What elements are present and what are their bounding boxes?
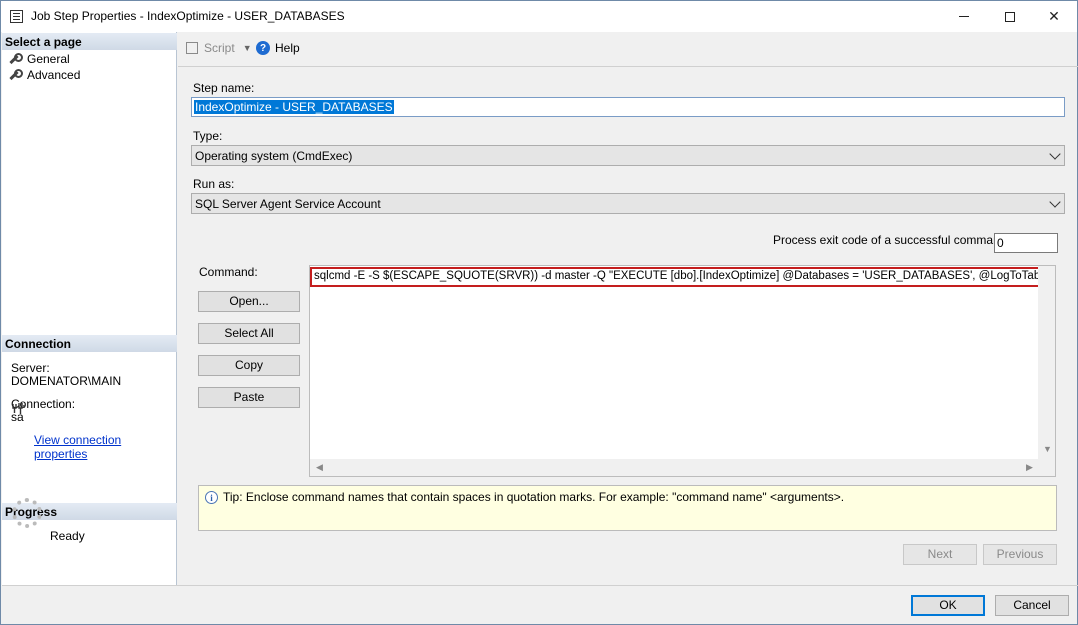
view-connection-properties-link[interactable]: View connection properties [34, 433, 176, 461]
command-text: sqlcmd -E -S $(ESCAPE_SQUOTE(SRVR)) -d m… [310, 267, 1040, 287]
scroll-left-icon[interactable]: ◀ [316, 462, 323, 473]
wrench-icon [8, 69, 23, 81]
scroll-corner [1038, 459, 1055, 476]
maximize-button[interactable] [987, 1, 1033, 32]
wrench-icon [8, 53, 23, 65]
tip-box: i Tip: Enclose command names that contai… [198, 485, 1057, 531]
open-button[interactable]: Open... [198, 291, 300, 312]
job-step-properties-window: Job Step Properties - IndexOptimize - US… [0, 0, 1078, 625]
maximize-icon [1005, 11, 1015, 22]
run-as-value: SQL Server Agent Service Account [195, 197, 381, 211]
window-title: Job Step Properties - IndexOptimize - US… [31, 9, 345, 23]
footer-divider [2, 585, 1078, 586]
page-general-label: General [27, 52, 70, 66]
title-bar: Job Step Properties - IndexOptimize - US… [1, 1, 1077, 32]
ok-button[interactable]: OK [911, 595, 985, 616]
connection-header: Connection [2, 335, 177, 352]
type-select[interactable]: Operating system (CmdExec) [191, 145, 1065, 166]
chevron-down-icon [1049, 196, 1061, 208]
horizontal-scrollbar[interactable]: ◀ ▶ [310, 459, 1040, 476]
exit-code-label: Process exit code of a successful comman… [773, 233, 1010, 247]
step-name-input[interactable]: IndexOptimize - USER_DATABASES [191, 97, 1065, 117]
scroll-right-icon[interactable]: ▶ [1026, 462, 1033, 473]
server-label: Server: [11, 361, 50, 375]
type-label: Type: [193, 129, 223, 143]
close-icon: ✕ [1048, 8, 1060, 24]
step-name-value: IndexOptimize - USER_DATABASES [194, 100, 394, 114]
tip-text: Tip: Enclose command names that contain … [223, 490, 845, 504]
scroll-down-icon[interactable]: ▼ [1043, 444, 1052, 454]
paste-button[interactable]: Paste [198, 387, 300, 408]
help-button[interactable]: ? Help [256, 41, 300, 55]
toolbar: Script ▼ ? Help [178, 32, 1077, 65]
type-value: Operating system (CmdExec) [195, 149, 353, 163]
info-icon: i [205, 491, 218, 504]
script-label: Script [204, 41, 235, 55]
minimize-icon [959, 16, 969, 17]
select-page-header: Select a page [2, 33, 177, 50]
script-icon [186, 42, 198, 54]
copy-button[interactable]: Copy [198, 355, 300, 376]
script-button[interactable]: Script ▼ [186, 41, 252, 55]
chevron-down-icon [1049, 148, 1061, 160]
connection-plug-icon [12, 403, 25, 414]
cancel-button[interactable]: Cancel [995, 595, 1069, 616]
page-advanced-label: Advanced [27, 68, 81, 82]
select-all-button[interactable]: Select All [198, 323, 300, 344]
close-button[interactable]: ✕ [1031, 1, 1077, 32]
run-as-select[interactable]: SQL Server Agent Service Account [191, 193, 1065, 214]
run-as-label: Run as: [193, 177, 235, 191]
exit-code-input[interactable]: 0 [994, 233, 1058, 253]
page-advanced[interactable]: Advanced [8, 67, 80, 83]
command-textarea[interactable]: sqlcmd -E -S $(ESCAPE_SQUOTE(SRVR)) -d m… [309, 265, 1056, 477]
help-label: Help [275, 41, 300, 55]
minimize-button[interactable] [941, 1, 987, 32]
vertical-scrollbar[interactable]: ▼ [1038, 266, 1055, 459]
previous-button[interactable]: Previous [983, 544, 1057, 565]
page-general[interactable]: General [8, 51, 70, 67]
left-pane: Select a page General Advanced Connectio… [2, 32, 177, 585]
help-icon: ? [256, 41, 270, 55]
chevron-down-icon[interactable]: ▼ [243, 43, 252, 53]
server-value: DOMENATOR\MAIN [11, 374, 122, 388]
progress-spinner-icon [12, 498, 42, 528]
command-label: Command: [199, 265, 258, 279]
window-app-icon [10, 10, 23, 23]
progress-status: Ready [50, 529, 85, 543]
step-name-label: Step name: [193, 81, 255, 95]
next-button[interactable]: Next [903, 544, 977, 565]
